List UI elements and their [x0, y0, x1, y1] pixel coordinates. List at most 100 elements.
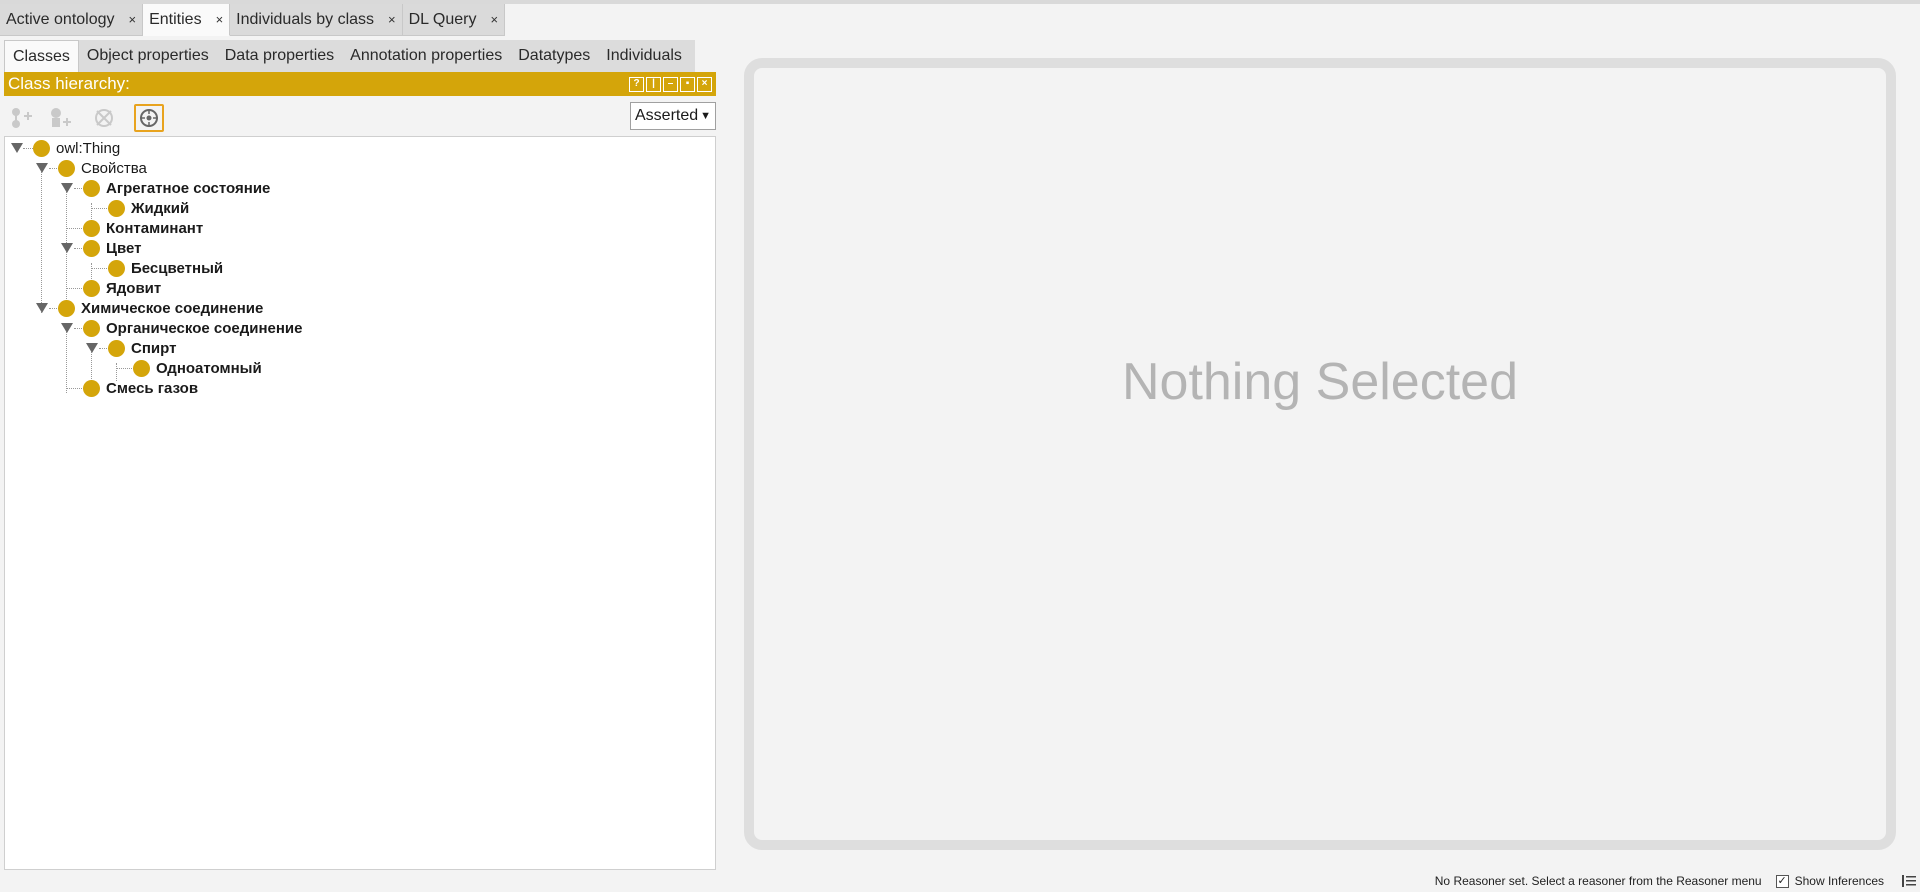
tab-active-ontology[interactable]: Active ontology ×	[0, 4, 144, 36]
tree-node[interactable]: Органическое соединение	[83, 318, 303, 338]
tree-node[interactable]: Одноатомный	[133, 358, 262, 378]
minimize-icon[interactable]: –	[663, 76, 678, 92]
show-inferences-label: Show Inferences	[1794, 874, 1884, 888]
expand-toggle-icon[interactable]	[61, 243, 73, 253]
tab-label: Individuals by class	[236, 10, 375, 28]
show-inferences-checkbox[interactable]: ✓	[1775, 874, 1789, 888]
tab-object-properties[interactable]: Object properties	[78, 40, 217, 72]
tree-node-label: Свойства	[81, 159, 147, 177]
tree-node-label: Цвет	[106, 239, 142, 257]
delete-class-icon[interactable]	[92, 106, 116, 130]
class-icon	[83, 319, 100, 337]
reasoner-status: No Reasoner set. Select a reasoner from …	[1434, 874, 1762, 888]
sync-selection-icon[interactable]	[134, 104, 164, 132]
tree-connector	[41, 163, 42, 313]
tree-node[interactable]: Бесцветный	[108, 258, 223, 278]
tree-node[interactable]: Ядовит	[83, 278, 161, 298]
add-sibling-icon[interactable]	[48, 106, 72, 130]
close-icon[interactable]: ×	[216, 12, 224, 27]
tree-node-label: Контаминант	[106, 219, 204, 237]
tree-node[interactable]: Спирт	[108, 338, 176, 358]
class-icon	[58, 159, 75, 177]
expand-toggle-icon[interactable]	[36, 303, 48, 313]
class-icon	[83, 379, 100, 397]
class-icon	[33, 139, 50, 157]
view-title: Class hierarchy:	[8, 74, 130, 93]
tree-node[interactable]: Смесь газов	[83, 378, 198, 398]
tree-node-owl-thing[interactable]: owl:Thing	[33, 138, 120, 158]
tab-label: DL Query	[408, 10, 477, 28]
tab-annotation-properties[interactable]: Annotation properties	[342, 40, 511, 72]
close-icon[interactable]: ×	[490, 12, 498, 27]
view-header: Class hierarchy: ? | – ▪ ×	[4, 72, 716, 96]
tab-individuals-by-class[interactable]: Individuals by class ×	[230, 4, 403, 36]
tree-node-label: Ядовит	[106, 279, 162, 297]
tree-node-label: Жидкий	[131, 199, 190, 217]
tree-connector	[23, 148, 33, 149]
expand-toggle-icon[interactable]	[61, 323, 73, 333]
class-hierarchy-panel: Class hierarchy: ? | – ▪ × Asserted ▼ ow…	[4, 72, 716, 870]
tab-entities[interactable]: Entities ×	[143, 4, 231, 36]
status-bar: No Reasoner set. Select a reasoner from …	[1435, 870, 1920, 892]
tree-node[interactable]: Свойства	[58, 158, 147, 178]
empty-selection-message: Nothing Selected	[1121, 352, 1519, 411]
class-description-panel: Nothing Selected	[744, 58, 1896, 850]
class-icon	[83, 219, 100, 237]
tree-node[interactable]: Химическое соединение	[58, 298, 263, 318]
class-icon	[108, 259, 125, 277]
tree-node-label: Химическое соединение	[81, 299, 264, 317]
hierarchy-mode-value: Asserted	[635, 107, 699, 124]
close-icon[interactable]: ×	[129, 12, 137, 27]
tree-node-label: Спирт	[131, 339, 177, 357]
tree-connector	[66, 288, 84, 289]
tree-connector	[91, 268, 109, 269]
tab-data-properties[interactable]: Data properties	[216, 40, 343, 72]
class-icon	[83, 239, 100, 257]
hierarchy-toolbar	[4, 96, 716, 136]
tab-label: Active ontology	[6, 10, 115, 28]
chevron-down-icon: ▼	[700, 110, 711, 122]
class-icon	[108, 199, 125, 217]
tree-connector	[66, 323, 67, 393]
tree-connector	[116, 368, 134, 369]
tab-classes[interactable]: Classes	[4, 40, 79, 72]
tree-connector	[91, 208, 109, 209]
tree-node-label: Органическое соединение	[106, 319, 303, 337]
entity-tab-bar: Classes Object properties Data propertie…	[4, 40, 695, 72]
maximize-icon[interactable]: ▪	[680, 76, 695, 92]
class-icon	[58, 299, 75, 317]
class-icon	[83, 279, 100, 297]
tree-node[interactable]: Агрегатное состояние	[83, 178, 270, 198]
split-icon[interactable]: |	[646, 76, 661, 92]
tree-node-label: owl:Thing	[56, 139, 121, 157]
add-subclass-icon[interactable]	[10, 106, 34, 130]
workspace-tab-bar: Active ontology × Entities × Individuals…	[0, 4, 506, 36]
expand-toggle-icon[interactable]	[11, 143, 23, 153]
view-controls: ? | – ▪ ×	[629, 76, 712, 92]
tree-node[interactable]: Цвет	[83, 238, 141, 258]
help-icon[interactable]: ?	[629, 76, 644, 92]
tab-individuals[interactable]: Individuals	[598, 40, 690, 72]
tree-node-label: Одноатомный	[156, 359, 262, 377]
class-icon	[133, 359, 150, 377]
log-icon[interactable]	[1902, 875, 1916, 887]
tab-dl-query[interactable]: DL Query ×	[402, 4, 506, 36]
expand-toggle-icon[interactable]	[61, 183, 73, 193]
tab-datatypes[interactable]: Datatypes	[510, 40, 599, 72]
close-view-icon[interactable]: ×	[697, 76, 712, 92]
tree-node-label: Смесь газов	[106, 379, 199, 397]
tree-node[interactable]: Контаминант	[83, 218, 203, 238]
expand-toggle-icon[interactable]	[86, 343, 98, 353]
tree-connector	[66, 388, 84, 389]
tab-label: Entities	[149, 10, 202, 28]
class-icon	[83, 179, 100, 197]
hierarchy-mode-select[interactable]: Asserted ▼	[630, 102, 716, 130]
class-tree: owl:Thing Свойства Агрегатное состояние …	[4, 136, 716, 870]
tree-connector	[66, 228, 84, 229]
tree-node-label: Бесцветный	[131, 259, 224, 277]
expand-toggle-icon[interactable]	[36, 163, 48, 173]
tree-node[interactable]: Жидкий	[108, 198, 189, 218]
tree-node-label: Агрегатное состояние	[106, 179, 271, 197]
class-icon	[108, 339, 125, 357]
close-icon[interactable]: ×	[388, 12, 396, 27]
